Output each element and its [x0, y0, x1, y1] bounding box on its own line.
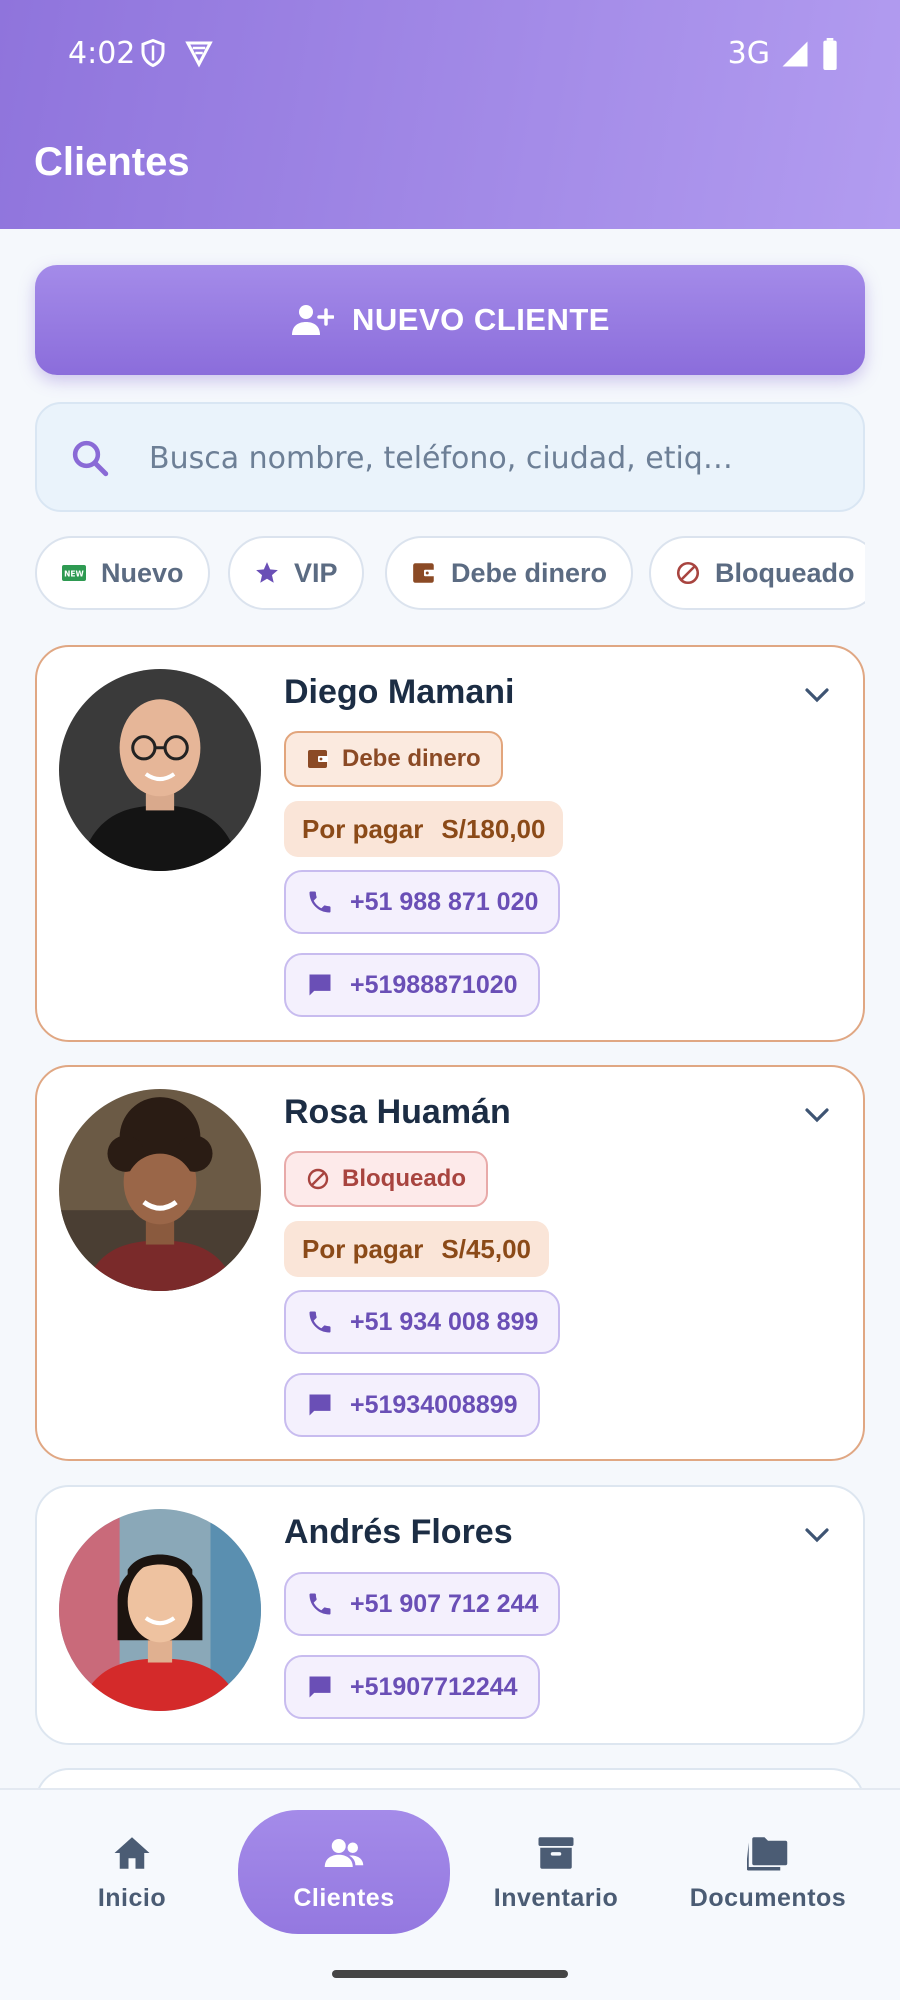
- vpn-shield-icon: [185, 41, 213, 68]
- filter-chip-debe-dinero[interactable]: Debe dinero: [385, 536, 634, 610]
- search-box[interactable]: [35, 402, 865, 512]
- nav-item-inicio[interactable]: Inicio: [26, 1810, 238, 1934]
- nav-item-documentos[interactable]: Documentos: [662, 1810, 874, 1934]
- avatar: [59, 669, 261, 871]
- message-number: +51907712244: [350, 1672, 518, 1701]
- chevron-down-icon[interactable]: [801, 1103, 833, 1127]
- filter-chip-label: VIP: [294, 557, 338, 588]
- filter-chip-label: Nuevo: [101, 557, 184, 588]
- status-right: 3G: [728, 36, 840, 71]
- filter-chip-nuevo[interactable]: NEW Nuevo: [35, 536, 210, 610]
- avatar: [59, 1089, 261, 1291]
- message-number: +51988871020: [350, 970, 518, 999]
- phone-button[interactable]: +51 907 712 244: [284, 1572, 561, 1636]
- filter-chip-label: Debe dinero: [451, 557, 608, 588]
- bottom-navigation: Inicio Clientes Inventario Documentos: [0, 1788, 900, 2000]
- add-user-icon: [292, 305, 335, 335]
- amount-due-value: S/180,00: [441, 813, 546, 844]
- avatar: [59, 1509, 261, 1711]
- status-badge-label: Debe dinero: [342, 745, 481, 772]
- phone-number: +51 988 871 020: [350, 887, 539, 916]
- shield-icon: [141, 38, 165, 68]
- battery-icon: [823, 37, 837, 70]
- search-input[interactable]: [149, 434, 829, 482]
- client-card[interactable]: Andrés Flores +51 907 712 244 +519077122…: [35, 1485, 865, 1745]
- people-icon: [324, 1838, 364, 1867]
- nav-item-inventario[interactable]: Inventario: [450, 1810, 662, 1934]
- wallet-icon: [413, 563, 435, 583]
- status-badge: Debe dinero: [284, 731, 503, 787]
- nav-item-clientes[interactable]: Clientes: [238, 1810, 450, 1934]
- wallet-icon: [308, 750, 328, 768]
- page-title: Clientes: [34, 140, 190, 184]
- new-client-button[interactable]: NUEVO CLIENTE: [35, 265, 865, 375]
- client-name: Rosa Huamán: [284, 1093, 511, 1131]
- client-name: Andrés Flores: [284, 1513, 513, 1551]
- status-bar: 4:02 3G: [0, 0, 900, 105]
- client-card[interactable]: Diego Mamani Debe dinero Por pagar S/180…: [35, 645, 865, 1042]
- blocked-icon: [307, 1168, 329, 1190]
- home-icon: [114, 1836, 150, 1869]
- phone-number: +51 934 008 899: [350, 1307, 539, 1336]
- client-card[interactable]: Rosa Huamán Bloqueado Por pagar S/45,00 …: [35, 1065, 865, 1461]
- message-button[interactable]: +51988871020: [284, 953, 540, 1017]
- nav-label: Inicio: [97, 1883, 167, 1912]
- amount-due: Por pagar S/180,00: [284, 801, 564, 857]
- filter-chip-vip[interactable]: VIP: [228, 536, 364, 610]
- message-number: +51934008899: [350, 1390, 518, 1419]
- amount-due-label: Por pagar: [302, 1233, 424, 1264]
- signal-icon: [782, 41, 808, 66]
- message-icon: [309, 1676, 331, 1698]
- status-time: 4:02: [68, 36, 136, 71]
- blocked-icon: [676, 561, 700, 585]
- message-icon: [309, 974, 331, 996]
- message-icon: [309, 1394, 331, 1416]
- phone-button[interactable]: +51 934 008 899: [284, 1290, 561, 1354]
- archive-icon: [538, 1836, 574, 1869]
- search-icon: [72, 440, 109, 477]
- phone-icon: [309, 891, 331, 913]
- amount-due-label: Por pagar: [302, 813, 424, 844]
- phone-icon: [309, 1311, 331, 1333]
- amount-due-value: S/45,00: [441, 1233, 532, 1264]
- new-badge-icon: NEW: [62, 565, 86, 581]
- message-button[interactable]: +51907712244: [284, 1655, 540, 1719]
- phone-button[interactable]: +51 988 871 020: [284, 870, 561, 934]
- amount-due: Por pagar S/45,00: [284, 1221, 550, 1277]
- chevron-down-icon[interactable]: [801, 1523, 833, 1547]
- phone-number: +51 907 712 244: [350, 1589, 539, 1618]
- status-badge-label: Bloqueado: [342, 1165, 466, 1192]
- status-badge: Bloqueado: [284, 1151, 488, 1207]
- filter-chip-label: Bloqueado: [715, 557, 855, 588]
- filter-chips: NEW Nuevo VIP Debe dinero Bloqueado: [35, 536, 865, 610]
- phone-icon: [309, 1593, 331, 1615]
- client-name: Diego Mamani: [284, 673, 515, 711]
- nav-label: Documentos: [689, 1883, 847, 1912]
- chevron-down-icon[interactable]: [801, 683, 833, 707]
- star-icon: [256, 562, 278, 583]
- network-type: 3G: [727, 36, 770, 71]
- message-button[interactable]: +51934008899: [284, 1373, 540, 1437]
- new-client-label: NUEVO CLIENTE: [352, 302, 610, 337]
- filter-chip-bloqueado[interactable]: Bloqueado: [649, 536, 865, 610]
- nav-label: Clientes: [293, 1883, 395, 1912]
- app-header: 4:02 3G Clientes: [0, 0, 900, 229]
- home-indicator: [332, 1970, 568, 1978]
- svg-text:NEW: NEW: [64, 570, 84, 579]
- folders-icon: [747, 1836, 788, 1870]
- nav-label: Inventario: [493, 1883, 619, 1912]
